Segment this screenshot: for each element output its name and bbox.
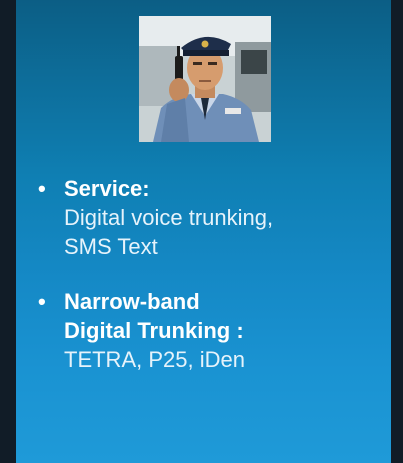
bullet-description-line: SMS Text [64,234,158,259]
officer-with-radio-icon [139,16,271,142]
bullet-narrow-band: • Narrow-band Digital Trunking : TETRA, … [38,287,383,374]
bullet-title-line: Narrow-band [64,289,200,314]
bullet-title-line: Digital Trunking : [64,318,244,343]
officer-photo [139,16,271,142]
bullet-marker: • [38,176,46,201]
bullet-service: • Service: Digital voice trunking, SMS T… [38,174,383,261]
bullet-description: TETRA, P25, iDen [64,347,245,372]
bullet-title: Service: [64,176,150,201]
bullet-description-line: Digital voice trunking, [64,205,274,230]
bullet-marker: • [38,289,46,314]
slide-panel: • Service: Digital voice trunking, SMS T… [16,0,391,463]
feature-list: • Service: Digital voice trunking, SMS T… [38,174,383,374]
